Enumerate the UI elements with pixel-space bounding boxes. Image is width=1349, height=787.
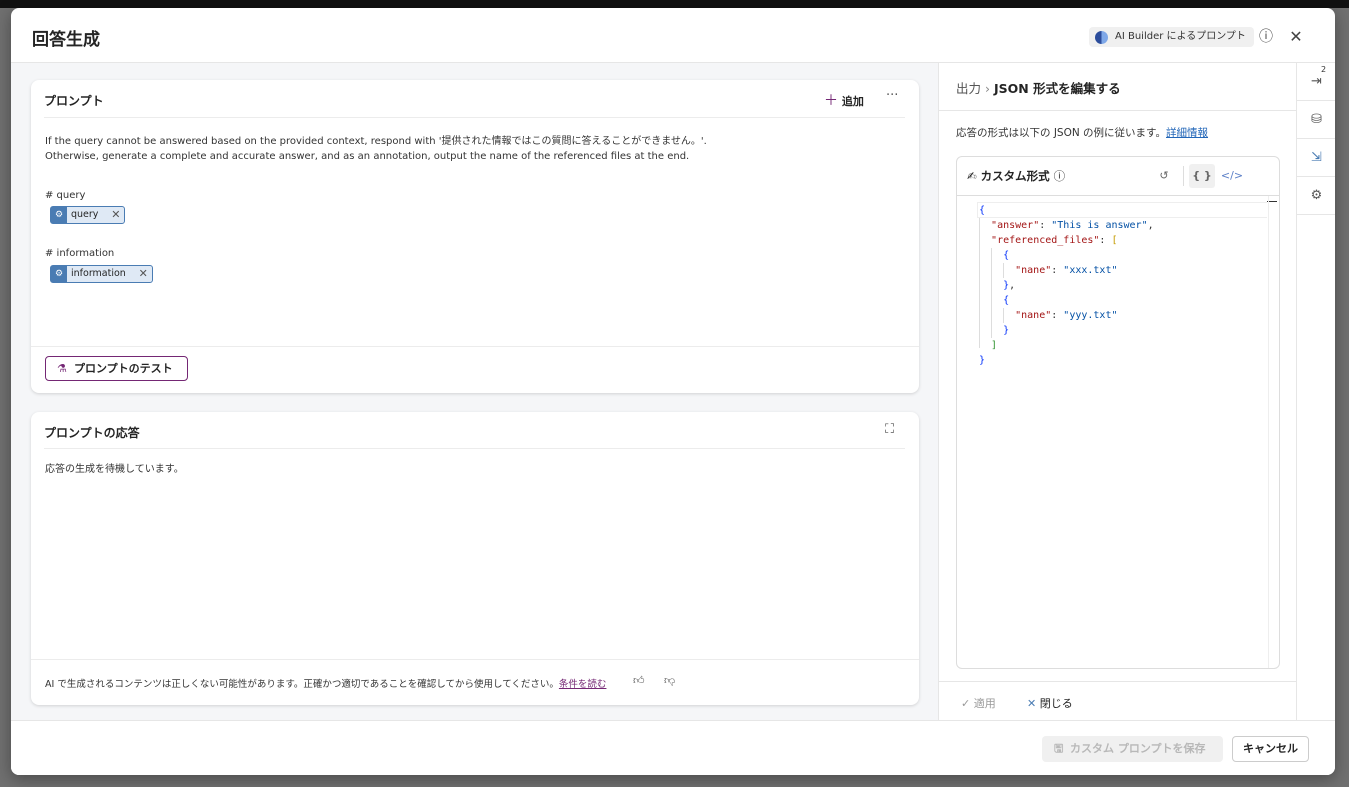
output-panel: 出力 › JSON 形式を編集する 応答の形式は以下の JSON の例に従います… [938,63,1296,720]
reset-icon[interactable]: ↺ [1151,164,1177,188]
disclaimer: AI で生成されるコンテンツは正しくない可能性があります。正確かつ適切であること… [45,676,606,690]
terms-link[interactable]: 条件を読む [559,679,607,690]
expand-icon[interactable]: ⛶ [885,422,894,437]
description-text: 応答の形式は以下の JSON の例に従います。 [956,127,1167,139]
pen-icon: ✍ [967,169,977,183]
save-custom-prompt-button[interactable]: 🖫 カスタム プロンプトを保存 [1042,736,1223,762]
test-prompt-label: プロンプトのテスト [74,362,173,375]
dialog-title: 回答生成 [32,30,100,50]
remove-chip-icon[interactable]: ✕ [139,266,148,282]
query-chip[interactable]: ⚙ query ✕ [50,206,126,224]
prompt-card-title: プロンプト [44,94,104,108]
close-icon[interactable]: ✕ [1286,27,1306,47]
save-label: カスタム プロンプトを保存 [1070,742,1206,755]
more-options-icon[interactable]: ··· [886,88,898,103]
output-icon[interactable]: ⇲ [1297,139,1335,177]
thumbs-down-icon[interactable]: 👎︎ [664,674,675,687]
breadcrumb-output[interactable]: 出力 [956,81,981,96]
json-editor: ✍ カスタム形式 ⓘ ↺ { } </> { "answer": "This i… [956,156,1280,669]
information-heading: # information [45,248,115,259]
learn-more-link[interactable]: 詳細情報 [1166,127,1208,139]
close-editor-button[interactable]: ✕ 閉じる [1027,695,1073,711]
ai-builder-badge: AI Builder によるプロンプト [1089,27,1254,47]
variable-icon: ⚙ [51,266,67,282]
breadcrumb-current: JSON 形式を編集する [993,81,1121,96]
info-icon[interactable]: ⓘ [1054,169,1066,183]
prompt-line-2[interactable]: Otherwise, generate a complete and accur… [45,151,689,162]
information-chip[interactable]: ⚙ information ✕ [50,265,153,283]
plus-icon: ＋ [824,93,838,109]
apply-label: 適用 [973,697,996,710]
settings-icon[interactable]: ⚙ [1297,177,1335,215]
prompt-line-1[interactable]: If the query cannot be answered based on… [45,132,707,147]
flask-icon: ⚗ [57,362,67,375]
test-prompt-button[interactable]: ⚗ プロンプトのテスト [45,356,188,381]
dialog-header: 回答生成 AI Builder によるプロンプト ⓘ ✕ [11,8,1335,63]
side-rail: ⇥ 2 ⛁ ⇲ ⚙ [1296,63,1335,720]
dialog-footer: 🖫 カスタム プロンプトを保存 キャンセル [11,720,1335,775]
response-card-title: プロンプトの応答 [44,426,140,440]
remove-chip-icon[interactable]: ✕ [111,207,120,223]
dialog-body: プロンプト ＋ 追加 ··· If the query cannot be an… [11,63,938,720]
prompt-card: プロンプト ＋ 追加 ··· If the query cannot be an… [31,80,919,393]
chip-label: information [71,268,126,279]
apply-button[interactable]: ✓ 適用 [961,695,996,711]
chevron-right-icon: › [985,81,990,96]
badge-label: AI Builder によるプロンプト [1115,31,1246,42]
top-bar [0,0,1349,8]
input-count-badge: 2 [1321,65,1327,74]
ai-builder-logo-icon [1095,31,1108,44]
code-area[interactable]: { "answer": "This is answer", "reference… [957,195,1279,668]
editor-actions: ✓ 適用 ✕ 閉じる [939,681,1296,720]
json-view-button[interactable]: { } [1189,164,1215,188]
variable-icon: ⚙ [51,207,67,223]
check-icon: ✓ [961,697,971,710]
add-label: 追加 [841,95,864,108]
chip-label: query [71,209,99,220]
query-heading: # query [45,190,86,201]
code-view-button[interactable]: </> [1219,164,1245,188]
disclaimer-text: AI で生成されるコンテンツは正しくない可能性があります。正確かつ適切であること… [45,679,559,690]
editor-toolbar: ↺ { } </> [1151,164,1271,188]
format-description: 応答の形式は以下の JSON の例に従います。詳細情報 [956,125,1208,140]
save-icon: 🖫 [1054,742,1064,755]
add-button[interactable]: ＋ 追加 [824,90,864,110]
response-card: プロンプトの応答 ⛶ 応答の生成を待機しています。 AI で生成されるコンテンツ… [31,412,919,705]
question-circle-icon[interactable]: ⓘ [1256,27,1276,47]
breadcrumb: 出力 › JSON 形式を編集する [956,78,1121,97]
response-status: 応答の生成を待機しています。 [45,464,184,475]
editor-title-label: カスタム形式 [980,169,1050,183]
thumbs-up-icon[interactable]: 👍︎ [633,674,645,687]
generate-answer-dialog: 回答生成 AI Builder によるプロンプト ⓘ ✕ プロンプト ＋ 追加 … [11,8,1335,775]
database-icon[interactable]: ⛁ [1297,101,1335,139]
editor-title: ✍ カスタム形式 ⓘ [967,168,1065,184]
close-label: 閉じる [1039,697,1073,710]
close-icon: ✕ [1027,697,1037,710]
cancel-button[interactable]: キャンセル [1232,736,1309,762]
input-icon[interactable]: ⇥ 2 [1297,63,1335,101]
